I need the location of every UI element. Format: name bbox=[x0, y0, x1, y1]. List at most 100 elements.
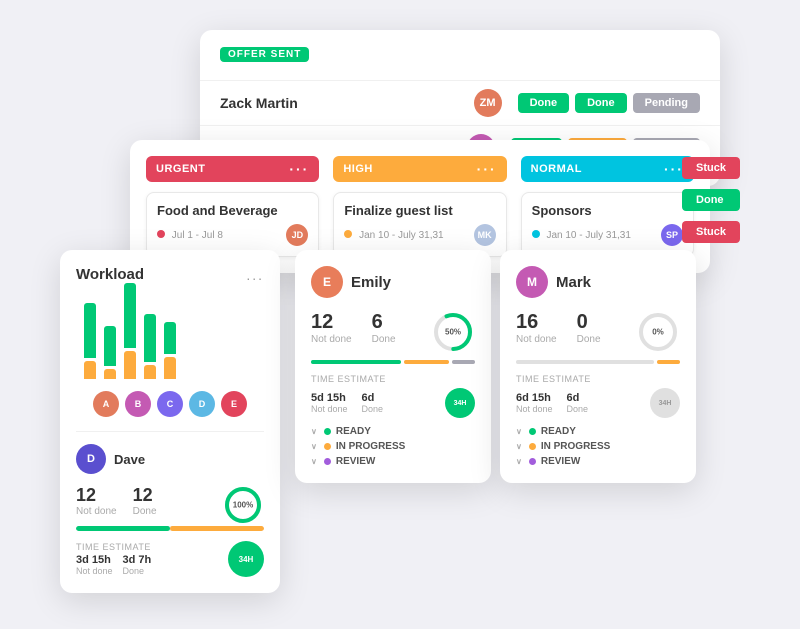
emily-done-time: 6d Done bbox=[362, 392, 384, 414]
emily-avatar: E bbox=[311, 266, 343, 298]
workload-avatar-3: C bbox=[157, 391, 183, 417]
flag-high bbox=[344, 230, 352, 238]
emily-notdone-label: Not done bbox=[311, 334, 352, 345]
task-avatar-normal: SP bbox=[661, 224, 683, 246]
mark-status-list: ∨ READY ∨ IN PROGRESS ∨ REVIEW bbox=[516, 426, 680, 467]
task-title-high: Finalize guest list bbox=[344, 203, 495, 218]
bar-group-5 bbox=[164, 322, 176, 379]
task-date-normal: Jan 10 - July 31,31 bbox=[532, 230, 631, 241]
bar-chart bbox=[76, 299, 264, 379]
mark-chevron-review: ∨ bbox=[516, 457, 522, 466]
mark-done-label: Done bbox=[577, 334, 601, 345]
mark-donut: 0% bbox=[636, 310, 680, 354]
offer-row-zack: Zack Martin ZM Done Done Pending bbox=[200, 80, 720, 125]
mark-label-inprogress: IN PROGRESS bbox=[541, 441, 610, 452]
dave-done-time: 3d 7h Done bbox=[123, 554, 152, 576]
mark-chevron-inprogress: ∨ bbox=[516, 442, 522, 451]
emily-dot-review bbox=[324, 458, 331, 465]
dave-notdone-time-label: Not done bbox=[76, 566, 113, 576]
dave-notdone-time-val: 3d 15h bbox=[76, 554, 113, 566]
kanban-col-high: HIGH ··· Finalize guest list Jan 10 - Ju… bbox=[333, 156, 506, 257]
emily-te-label: TIME ESTIMATE bbox=[311, 374, 475, 384]
task-title-normal: Sponsors bbox=[532, 203, 683, 218]
kanban-header-high: HIGH ··· bbox=[333, 156, 506, 182]
bar-group-2 bbox=[104, 326, 116, 379]
status-pill-pending1: Pending bbox=[633, 93, 700, 113]
dave-done-time-val: 3d 7h bbox=[123, 554, 152, 566]
right-status-stuck1: Stuck bbox=[682, 157, 740, 179]
right-status-done: Done bbox=[682, 189, 740, 211]
mark-label-ready: READY bbox=[541, 426, 576, 437]
emily-name: Emily bbox=[351, 274, 391, 291]
mark-donut-label: 0% bbox=[652, 328, 664, 337]
kanban-dots-normal: ··· bbox=[664, 161, 684, 177]
bar-green-2 bbox=[104, 326, 116, 366]
mark-done-time-val: 6d bbox=[567, 392, 589, 404]
workload-avatar-2: B bbox=[125, 391, 151, 417]
workload-avatar-row: A B C D E bbox=[76, 391, 264, 417]
emily-notdone-num: 12 bbox=[311, 311, 333, 334]
emily-card: E Emily 12 Not done 6 Done 50% bbox=[295, 250, 491, 483]
mark-label-review: REVIEW bbox=[541, 456, 580, 467]
offer-avatar-zack: ZM bbox=[474, 89, 502, 117]
kanban-task-urgent: Food and Beverage Jul 1 - Jul 8 JD bbox=[146, 192, 319, 257]
kanban-col-urgent: URGENT ··· Food and Beverage Jul 1 - Jul… bbox=[146, 156, 319, 257]
bar-group-4 bbox=[144, 314, 156, 379]
emily-status-ready: ∨ READY bbox=[311, 426, 475, 437]
dave-badge: 34H bbox=[228, 541, 264, 577]
offer-statuses-zack: Done Done Pending bbox=[518, 93, 700, 113]
kanban-header-normal: NORMAL ··· bbox=[521, 156, 694, 182]
emily-done-label: Done bbox=[372, 334, 396, 345]
mark-notdone-time: 6d 15h bbox=[516, 392, 553, 404]
emily-stats: 12 Not done 6 Done bbox=[311, 311, 396, 345]
mark-notdone-label: Not done bbox=[516, 334, 557, 345]
emily-dot-ready bbox=[324, 428, 331, 435]
mark-header: M Mark bbox=[516, 266, 680, 298]
dave-time-values: 3d 15h Not done 3d 7h Done bbox=[76, 554, 151, 576]
kanban-dots-urgent: ··· bbox=[289, 161, 309, 177]
bar-yellow-1 bbox=[84, 361, 96, 379]
bar-yellow-3 bbox=[124, 351, 136, 379]
mark-status-review: ∨ REVIEW bbox=[516, 456, 680, 467]
task-title-urgent: Food and Beverage bbox=[157, 203, 308, 218]
dave-time-info: TIME ESTIMATE 3d 15h Not done 3d 7h Done bbox=[76, 542, 151, 576]
mark-time-section: TIME ESTIMATE 6d 15h Not done 6d Done 34… bbox=[516, 374, 680, 418]
workload-card: Workload ... bbox=[60, 250, 280, 593]
offer-header: OFFER SENT bbox=[200, 30, 720, 80]
kanban-col-normal: NORMAL ··· Sponsors Jan 10 - July 31,31 … bbox=[521, 156, 694, 257]
dave-name: Dave bbox=[114, 452, 145, 467]
mark-te-label: TIME ESTIMATE bbox=[516, 374, 680, 384]
mark-card: M Mark 16 Not done 0 Done 0% bbox=[500, 250, 696, 483]
mark-stats: 16 Not done 0 Done bbox=[516, 311, 601, 345]
mark-done-timelabel: Done bbox=[567, 404, 589, 414]
emily-prog-gray bbox=[452, 360, 475, 364]
workload-header: Workload ... bbox=[76, 266, 264, 283]
mark-dot-review bbox=[529, 458, 536, 465]
emily-badge: 34H bbox=[445, 388, 475, 418]
mark-dot-inprogress bbox=[529, 443, 536, 450]
bar-yellow-4 bbox=[144, 365, 156, 379]
mark-avatar: M bbox=[516, 266, 548, 298]
offer-badge: OFFER SENT bbox=[220, 47, 309, 62]
emily-status-list: ∨ READY ∨ IN PROGRESS ∨ REVIEW bbox=[311, 426, 475, 467]
right-status-stuck2: Stuck bbox=[682, 221, 740, 243]
task-meta-high: Jan 10 - July 31,31 MK bbox=[344, 224, 495, 246]
workload-dots-menu[interactable]: ... bbox=[246, 267, 264, 283]
dave-progress-fill bbox=[76, 526, 170, 531]
task-date-urgent: Jul 1 - Jul 8 bbox=[157, 230, 223, 241]
mark-notdone-num: 16 bbox=[516, 311, 538, 334]
emily-chevron-inprogress: ∨ bbox=[311, 442, 317, 451]
dave-not-done-time: 3d 15h Not done bbox=[76, 554, 113, 576]
dave-done-num: 12 bbox=[133, 485, 157, 506]
dave-done-label: Done bbox=[133, 506, 157, 517]
mark-done: 0 Done bbox=[577, 311, 601, 345]
mark-done-time: 6d Done bbox=[567, 392, 589, 414]
task-date-high: Jan 10 - July 31,31 bbox=[344, 230, 443, 241]
mark-status-ready: ∨ READY bbox=[516, 426, 680, 437]
emily-done: 6 Done bbox=[372, 311, 396, 345]
workload-avatar-5: E bbox=[221, 391, 247, 417]
mark-status-inprogress: ∨ IN PROGRESS bbox=[516, 441, 680, 452]
kanban-label-high: HIGH bbox=[343, 163, 373, 175]
workload-avatar-1: A bbox=[93, 391, 119, 417]
dave-notdone-label: Not done bbox=[76, 506, 117, 517]
